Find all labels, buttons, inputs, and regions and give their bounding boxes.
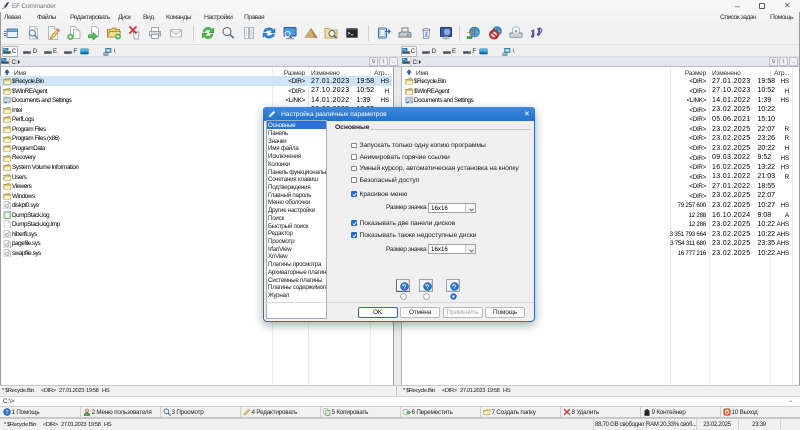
svg-text:?: ? bbox=[5, 410, 8, 416]
svg-text:?: ? bbox=[425, 284, 429, 291]
svg-text:?: ? bbox=[452, 284, 456, 291]
svg-text:?: ? bbox=[402, 284, 406, 291]
